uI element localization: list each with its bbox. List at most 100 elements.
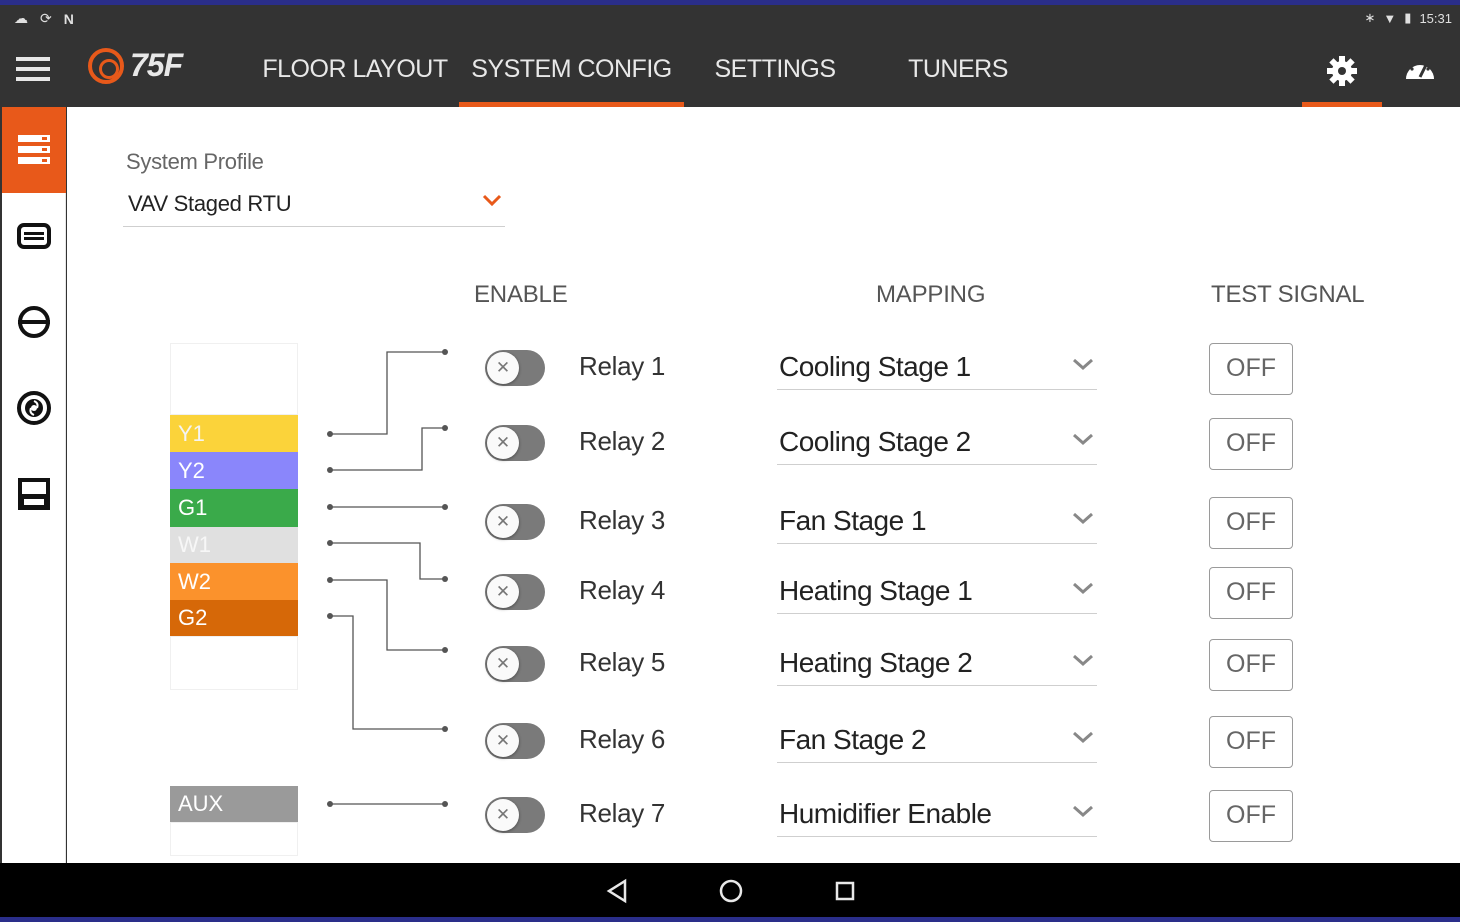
relay-1-mapping-dropdown[interactable]: Cooling Stage 1 <box>777 346 1097 390</box>
chevron-down-icon <box>1073 433 1093 446</box>
relay-6-label: Relay 6 <box>579 724 666 754</box>
close-icon: ✕ <box>487 427 519 459</box>
recents-square-icon <box>835 881 855 901</box>
relay-2-mapping-dropdown[interactable]: Cooling Stage 2 <box>777 421 1097 465</box>
home-button[interactable] <box>715 875 747 907</box>
relay-row-5: ✕ Relay 5 Heating Stage 2 OFF <box>67 639 1460 698</box>
wifi-icon: ▼ <box>1383 10 1397 26</box>
rtu-icon <box>18 478 50 510</box>
battery-icon: ▮ <box>1404 10 1412 25</box>
relay-2-label: Relay 2 <box>579 426 666 456</box>
relay-7-enable-toggle[interactable]: ✕ <box>485 797 545 833</box>
gear-icon <box>1327 56 1357 86</box>
relay-3-test-button[interactable]: OFF <box>1209 497 1293 549</box>
system-profile-label: System Profile <box>126 149 264 174</box>
oao-icon <box>18 306 50 338</box>
device-frame: ☁ ⟳ N ∗ ▼ ▮ 15:31 75F FLOOR LAYOUT SYSTE… <box>0 5 1460 917</box>
hamburger-menu-icon[interactable] <box>16 57 50 83</box>
relay-row-2: ✕ Relay 2 Cooling Stage 2 OFF <box>67 418 1460 477</box>
close-icon: ✕ <box>487 648 519 680</box>
rail-device[interactable] <box>2 193 66 279</box>
bluetooth-icon: ∗ <box>1364 10 1376 25</box>
device-icon <box>17 223 51 249</box>
settings-gear-button[interactable] <box>1302 33 1382 107</box>
relay-5-mapping-dropdown[interactable]: Heating Stage 2 <box>777 642 1097 686</box>
rail-oao[interactable] <box>2 279 66 365</box>
relay-2-enable-toggle[interactable]: ✕ <box>485 425 545 461</box>
relay-6-test-button[interactable]: OFF <box>1209 716 1293 768</box>
chevron-down-icon <box>1073 805 1093 818</box>
relay-5-enable-toggle[interactable]: ✕ <box>485 646 545 682</box>
logo: 75F <box>88 47 183 84</box>
relay-5-mapping-value: Heating Stage 2 <box>779 647 973 678</box>
system-profile-value: VAV Staged RTU <box>128 191 292 216</box>
system-navigation-bar <box>0 863 1460 917</box>
relay-7-test-button[interactable]: OFF <box>1209 790 1293 842</box>
rail-system-list[interactable] <box>2 107 66 193</box>
chevron-down-icon <box>1073 582 1093 595</box>
logo-text: 75F <box>130 47 183 83</box>
rail-rtu[interactable] <box>2 451 66 537</box>
logo-mark-icon <box>88 47 124 84</box>
back-button[interactable] <box>601 875 633 907</box>
close-icon: ✕ <box>487 352 519 384</box>
dashboard-gauge-button[interactable] <box>1404 55 1436 90</box>
relay-3-mapping-value: Fan Stage 1 <box>779 505 927 536</box>
chevron-down-icon <box>1073 654 1093 667</box>
relay-row-7: ✕ Relay 7 Humidifier Enable OFF <box>67 790 1460 849</box>
system-config-panel: System Profile VAV Staged RTU ENABLE MAP… <box>67 107 1460 863</box>
back-triangle-icon <box>606 878 627 904</box>
relay-6-mapping-value: Fan Stage 2 <box>779 724 927 755</box>
fan-icon <box>17 391 51 425</box>
relay-4-enable-toggle[interactable]: ✕ <box>485 574 545 610</box>
rail-fan[interactable] <box>2 365 66 451</box>
relay-7-mapping-value: Humidifier Enable <box>779 798 992 829</box>
tab-system-config[interactable]: SYSTEM CONFIG <box>459 33 684 107</box>
relay-4-mapping-dropdown[interactable]: Heating Stage 1 <box>777 570 1097 614</box>
column-header-enable: ENABLE <box>474 281 568 308</box>
status-bar: ☁ ⟳ N ∗ ▼ ▮ 15:31 <box>0 5 1460 33</box>
tab-tuners[interactable]: TUNERS <box>900 33 1016 107</box>
relay-3-enable-toggle[interactable]: ✕ <box>485 504 545 540</box>
relay-7-label: Relay 7 <box>579 798 666 828</box>
relay-5-label: Relay 5 <box>579 647 666 677</box>
chevron-down-icon <box>482 194 502 207</box>
relay-5-test-button[interactable]: OFF <box>1209 639 1293 691</box>
relay-1-enable-toggle[interactable]: ✕ <box>485 350 545 386</box>
tab-floor-layout[interactable]: FLOOR LAYOUT <box>262 33 448 107</box>
sync-icon: ⟳ <box>40 10 52 26</box>
tab-settings[interactable]: SETTINGS <box>710 33 840 107</box>
home-circle-icon <box>719 879 743 903</box>
recents-button[interactable] <box>829 875 861 907</box>
chevron-down-icon <box>1073 512 1093 525</box>
relay-3-mapping-dropdown[interactable]: Fan Stage 1 <box>777 500 1097 544</box>
relay-4-test-button[interactable]: OFF <box>1209 567 1293 619</box>
close-icon: ✕ <box>487 799 519 831</box>
relay-3-label: Relay 3 <box>579 505 666 535</box>
relay-6-mapping-dropdown[interactable]: Fan Stage 2 <box>777 719 1097 763</box>
relay-1-mapping-value: Cooling Stage 1 <box>779 351 971 382</box>
close-icon: ✕ <box>487 576 519 608</box>
relay-row-6: ✕ Relay 6 Fan Stage 2 OFF <box>67 716 1460 775</box>
system-list-icon <box>18 135 50 164</box>
chevron-down-icon <box>1073 358 1093 371</box>
relay-row-4: ✕ Relay 4 Heating Stage 1 OFF <box>67 567 1460 626</box>
cloud-outline-icon: ☁ <box>14 10 28 26</box>
relay-1-test-button[interactable]: OFF <box>1209 343 1293 395</box>
relay-2-mapping-value: Cooling Stage 2 <box>779 426 971 457</box>
relay-7-mapping-dropdown[interactable]: Humidifier Enable <box>777 793 1097 837</box>
column-header-mapping: MAPPING <box>876 281 986 308</box>
left-rail <box>2 107 66 863</box>
relay-1-label: Relay 1 <box>579 351 666 381</box>
relay-6-enable-toggle[interactable]: ✕ <box>485 723 545 759</box>
relay-row-3: ✕ Relay 3 Fan Stage 1 OFF <box>67 497 1460 556</box>
relay-4-label: Relay 4 <box>579 575 666 605</box>
relay-2-test-button[interactable]: OFF <box>1209 418 1293 470</box>
relay-4-mapping-value: Heating Stage 1 <box>779 575 973 606</box>
system-profile-dropdown[interactable]: VAV Staged RTU <box>123 187 505 227</box>
chevron-down-icon <box>1073 731 1093 744</box>
close-icon: ✕ <box>487 725 519 757</box>
gauge-icon <box>1406 61 1434 79</box>
status-time: 15:31 <box>1419 10 1452 26</box>
close-icon: ✕ <box>487 506 519 538</box>
